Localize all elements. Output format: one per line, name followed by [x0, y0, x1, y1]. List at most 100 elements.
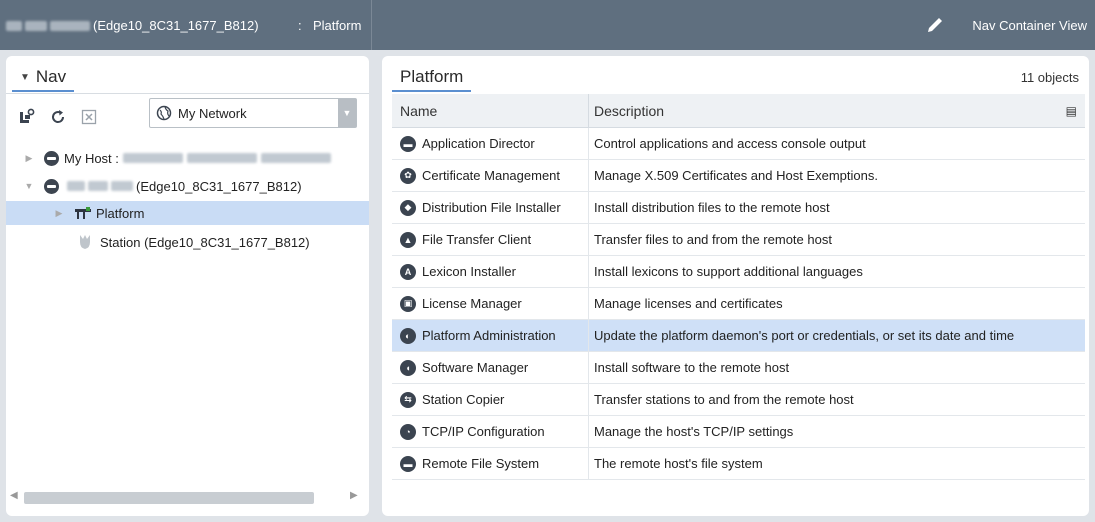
- row-description: Manage the host's TCP/IP settings: [594, 424, 794, 439]
- row-description: Install software to the remote host: [594, 360, 790, 375]
- nav-panel: ▼ Nav My Network ▼ ▶ My Host : ▼ (Edge10…: [6, 56, 369, 516]
- redacted-text: [6, 20, 22, 31]
- column-divider[interactable]: [588, 94, 589, 128]
- station-icon: [80, 235, 90, 249]
- network-select-value: My Network: [178, 105, 247, 121]
- column-divider: [588, 128, 589, 159]
- distribution-icon: ◆: [400, 199, 416, 216]
- row-name-cell: ⇆ Station Copier: [400, 384, 504, 415]
- tree-item-platform[interactable]: ▶ Platform: [6, 201, 369, 225]
- redacted-text: [88, 181, 108, 191]
- tree-options-icon[interactable]: [18, 108, 36, 126]
- table-row[interactable]: ✿ Certificate Management Manage X.509 Cert…: [392, 160, 1085, 192]
- table-row[interactable]: ◖ Software Manager Install software to the…: [392, 352, 1085, 384]
- station-copier-icon: ⇆: [400, 391, 416, 408]
- lexicon-icon: A: [400, 263, 416, 280]
- certificate-icon: ✿: [400, 167, 416, 184]
- table-row[interactable]: ⇆ Station Copier Transfer stations to and …: [392, 384, 1085, 416]
- row-description: The remote host's file system: [594, 456, 763, 471]
- column-chooser-icon[interactable]: ▤: [1066, 104, 1077, 118]
- row-name-cell: ✿ Certificate Management: [400, 160, 560, 191]
- app-director-icon: ▬: [400, 135, 416, 152]
- scroll-right-icon[interactable]: ▶: [350, 490, 358, 501]
- row-description: Update the platform daemon's port or cre…: [594, 328, 1015, 343]
- table-row[interactable]: ▬ Remote File System The remote host's fil…: [392, 448, 1085, 480]
- row-name-cell: A Lexicon Installer: [400, 256, 516, 287]
- row-name: TCP/IP Configuration: [422, 424, 545, 439]
- chevron-down-icon[interactable]: ▼: [338, 99, 356, 127]
- file-transfer-icon: ▲: [400, 231, 416, 248]
- table-header: Name Description ▤: [392, 94, 1085, 128]
- row-name-cell: ◆ Distribution File Installer: [400, 192, 561, 223]
- column-header-description[interactable]: Description: [594, 103, 664, 119]
- tcpip-icon: ◔: [400, 423, 416, 440]
- row-name: Lexicon Installer: [422, 264, 516, 279]
- platform-admin-icon: ◐: [400, 327, 416, 344]
- globe-icon: [156, 105, 172, 121]
- collapse-arrow-icon[interactable]: ▼: [24, 181, 34, 191]
- table-row[interactable]: ▣ License Manager Manage licenses and cert…: [392, 288, 1085, 320]
- expand-arrow-icon[interactable]: ▶: [24, 153, 34, 164]
- scrollbar-thumb[interactable]: [24, 492, 314, 504]
- column-divider: [588, 224, 589, 255]
- breadcrumb-host[interactable]: (Edge10_8C31_1677_B812): [6, 18, 259, 33]
- close-icon[interactable]: [80, 108, 98, 126]
- tree-item-station[interactable]: Station (Edge10_8C31_1677_B812): [6, 230, 369, 254]
- row-description: Transfer files to and from the remote ho…: [594, 232, 832, 247]
- column-header-name[interactable]: Name: [400, 103, 437, 119]
- row-description: Install lexicons to support additional l…: [594, 264, 863, 279]
- table-row[interactable]: ▬ Application Director Control application…: [392, 128, 1085, 160]
- row-description: Manage X.509 Certificates and Host Exemp…: [594, 168, 878, 183]
- row-description: Manage licenses and certificates: [594, 296, 783, 311]
- table-row[interactable]: ◔ TCP/IP Configuration Manage the host's T…: [392, 416, 1085, 448]
- tab-nav[interactable]: ▼ Nav: [12, 62, 75, 92]
- redacted-text: [50, 20, 90, 31]
- breadcrumb-separator: :: [298, 18, 302, 33]
- object-count: 11 objects: [1020, 70, 1079, 85]
- table-row[interactable]: ◆ Distribution File Installer Install dist…: [392, 192, 1085, 224]
- table-row[interactable]: A Lexicon Installer Install lexicons to su…: [392, 256, 1085, 288]
- row-description: Install distribution files to the remote…: [594, 200, 830, 215]
- column-divider: [588, 160, 589, 191]
- row-name-cell: ◔ TCP/IP Configuration: [400, 416, 545, 447]
- tree-item-label: (Edge10_8C31_1677_B812): [136, 178, 302, 194]
- column-divider: [588, 352, 589, 383]
- host-icon: [44, 178, 59, 194]
- network-select[interactable]: My Network ▼: [149, 98, 357, 128]
- row-name: Platform Administration: [422, 328, 556, 343]
- tree-item-remote-host[interactable]: ▼ (Edge10_8C31_1677_B812): [6, 174, 369, 198]
- redacted-text: [25, 20, 47, 31]
- expand-arrow-icon[interactable]: ▶: [54, 208, 64, 219]
- row-name: Certificate Management: [422, 168, 561, 183]
- refresh-icon[interactable]: [49, 108, 67, 126]
- column-divider: [588, 448, 589, 479]
- table-row[interactable]: ▲ File Transfer Client Transfer files to a…: [392, 224, 1085, 256]
- horizontal-scrollbar[interactable]: ◀ ▶: [6, 490, 369, 504]
- row-name: License Manager: [422, 296, 522, 311]
- row-description: Transfer stations to and from the remote…: [594, 392, 854, 407]
- tab-divider: [6, 93, 369, 94]
- redacted-text: [260, 153, 331, 163]
- scroll-left-icon[interactable]: ◀: [10, 490, 18, 501]
- column-divider: [588, 416, 589, 447]
- tree-item-label: Platform: [96, 205, 145, 221]
- row-name-cell: ▣ License Manager: [400, 288, 522, 319]
- pencil-icon[interactable]: [925, 15, 945, 35]
- column-divider: [588, 320, 589, 351]
- tree-item-my-host[interactable]: ▶ My Host :: [6, 146, 369, 170]
- row-name: File Transfer Client: [422, 232, 532, 247]
- row-name-cell: ▲ File Transfer Client: [400, 224, 531, 255]
- redacted-text: [122, 153, 183, 163]
- row-name: Distribution File Installer: [422, 200, 561, 215]
- column-divider: [588, 192, 589, 223]
- software-manager-icon: ◖: [400, 359, 416, 376]
- view-selector[interactable]: Nav Container View: [972, 18, 1087, 33]
- tab-platform[interactable]: Platform: [392, 62, 472, 92]
- remote-fs-icon: ▬: [400, 455, 416, 472]
- column-divider: [588, 288, 589, 319]
- host-icon: [44, 150, 59, 166]
- nav-tab-label: Nav: [35, 67, 67, 86]
- table-row[interactable]: ◐ Platform Administration Update the platf…: [392, 320, 1085, 352]
- breadcrumb-platform[interactable]: Platform: [313, 18, 361, 33]
- column-divider: [588, 384, 589, 415]
